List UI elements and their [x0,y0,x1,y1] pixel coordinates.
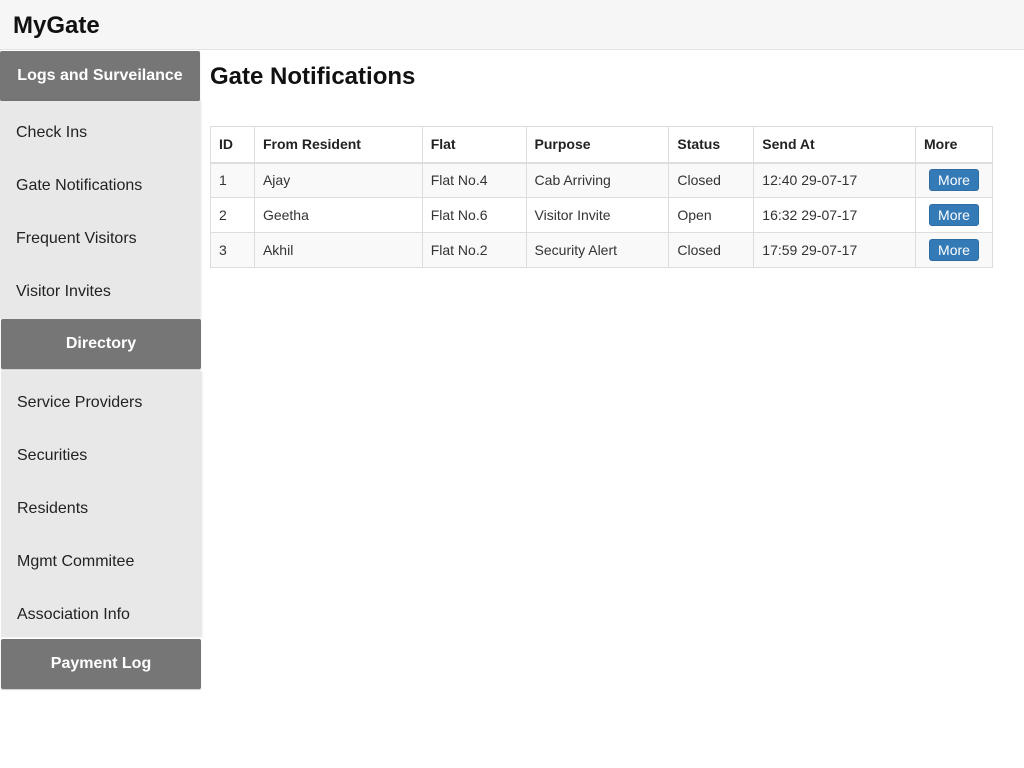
sidebar-item-label: Service Providers [17,394,143,412]
cell-more: More [914,232,994,268]
sidebar-item-mgmt-commitee[interactable]: Mgmt Commitee [1,535,201,588]
cell-purpose: Cab Arriving [525,162,670,198]
cell-send-at: 17:59 29-07-17 [753,232,916,268]
cell-status: Closed [668,232,755,268]
section-header-payment-log[interactable]: Payment Log [1,639,201,689]
table-row: 2 Geetha Flat No.6 Visitor Invite Open 1… [210,197,994,233]
sidebar-item-frequent-visitors[interactable]: Frequent Visitors [0,213,200,266]
column-header-more: More [914,126,994,164]
section-header-label: Payment Log [50,655,152,672]
cell-from-resident: Ajay [253,162,423,198]
cell-send-at: 16:32 29-07-17 [753,197,916,233]
sidebar-item-check-ins[interactable]: Check Ins [0,107,200,160]
cell-flat: Flat No.6 [421,197,527,233]
sidebar-item-label: Residents [17,499,89,517]
cell-purpose: Visitor Invite [525,197,670,233]
sidebar-item-gate-notifications[interactable]: Gate Notifications [0,160,200,213]
section-header-logs-and-surveilance[interactable]: Logs and Surveilance [0,51,200,101]
column-header-status: Status [668,126,755,164]
notifications-table: ID From Resident Flat Purpose Status Sen… [210,126,994,268]
sidebar-item-label: Visitor Invites [16,282,111,300]
sidebar-item-label: Gate Notifications [16,177,143,195]
cell-flat: Flat No.2 [421,232,527,268]
sidebar-item-securities[interactable]: Securities [1,430,201,483]
sidebar-item-label: Mgmt Commitee [17,552,135,570]
column-header-flat: Flat [421,126,527,164]
top-bar: MyGate [0,0,1024,50]
app-title: MyGate [13,12,100,39]
section-body-directory: Service Providers Securities Residents M… [1,371,201,637]
cell-flat: Flat No.4 [421,162,527,198]
page-title: Gate Notifications [210,63,416,90]
notifications-table-wrapper: ID From Resident Flat Purpose Status Sen… [210,126,994,268]
sidebar-item-residents[interactable]: Residents [1,483,201,536]
column-header-purpose: Purpose [525,126,670,164]
more-button[interactable]: More [929,169,979,192]
cell-more: More [914,197,994,233]
sidebar-item-label: Association Info [17,605,130,623]
cell-purpose: Security Alert [525,232,670,268]
cell-id: 2 [210,197,255,233]
table-row: 1 Ajay Flat No.4 Cab Arriving Closed 12:… [210,162,994,198]
cell-status: Closed [668,162,755,198]
table-row: 3 Akhil Flat No.2 Security Alert Closed … [210,232,994,268]
column-header-id: ID [210,126,255,164]
cell-from-resident: Geetha [253,197,423,233]
section-header-label: Directory [65,335,137,352]
sidebar-item-association-info[interactable]: Association Info [1,588,201,641]
sidebar-item-label: Securities [17,447,88,465]
cell-more: More [914,162,994,198]
cell-status: Open [668,197,755,233]
cell-from-resident: Akhil [253,232,423,268]
cell-id: 1 [210,162,255,198]
sidebar-item-label: Check Ins [16,124,88,142]
more-button[interactable]: More [929,239,979,261]
more-button[interactable]: More [929,204,979,226]
section-header-directory[interactable]: Directory [1,319,201,369]
cell-send-at: 12:40 29-07-17 [753,162,916,198]
section-header-label: Logs and Surveilance [17,67,183,84]
sidebar-item-visitor-invites[interactable]: Visitor Invites [0,265,200,318]
table-header-row: ID From Resident Flat Purpose Status Sen… [210,126,994,164]
section-body-logs: Check Ins Gate Notifications Frequent Vi… [0,101,200,319]
column-header-from-resident: From Resident [253,126,423,164]
sidebar-item-label: Frequent Visitors [16,229,137,247]
column-header-send-at: Send At [753,126,916,164]
sidebar-item-service-providers[interactable]: Service Providers [1,377,201,430]
cell-id: 3 [210,232,255,268]
